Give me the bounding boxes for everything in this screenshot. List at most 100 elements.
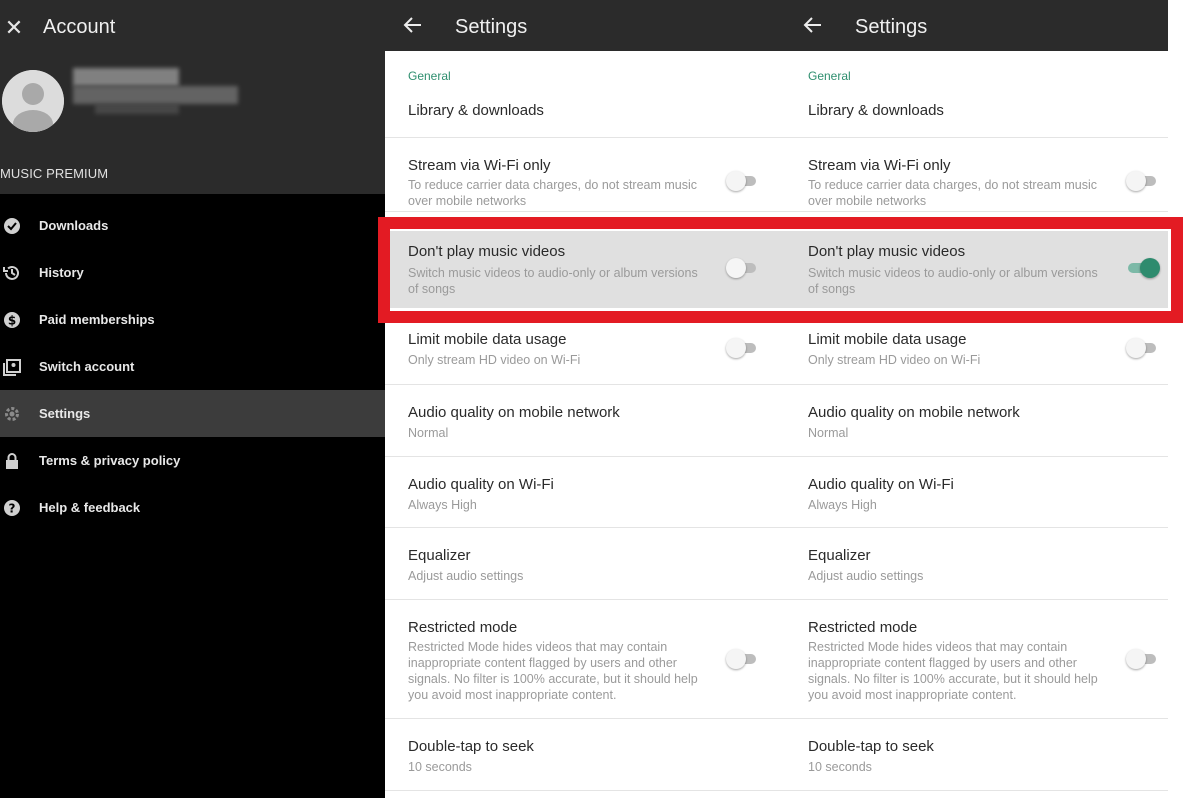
menu-item-history[interactable]: History — [0, 249, 385, 296]
setting-title: Library & downloads — [408, 102, 544, 119]
setting-title: Stream via Wi-Fi only — [408, 157, 551, 174]
restricted-mode-toggle[interactable] — [726, 649, 760, 669]
setting-equalizer[interactable]: Equalizer Adjust audio settings — [785, 528, 1168, 600]
dollar-icon: $ — [2, 310, 22, 330]
menu-item-paid-memberships[interactable]: $ Paid memberships — [0, 296, 385, 343]
setting-subtitle: Adjust audio settings — [408, 569, 524, 583]
setting-title: Audio quality on Wi-Fi — [808, 476, 954, 493]
setting-subtitle: To reduce carrier data charges, do not s… — [808, 178, 1098, 208]
svg-text:$: $ — [8, 313, 16, 327]
blurred-account-email — [73, 86, 238, 104]
back-arrow-icon[interactable] — [802, 14, 824, 36]
help-icon: ? — [2, 498, 22, 518]
setting-subtitle: Normal — [808, 426, 849, 440]
setting-audio-quality-wifi[interactable]: Audio quality on Wi-Fi Always High — [385, 457, 785, 528]
setting-subtitle: Always High — [408, 498, 477, 512]
setting-subtitle: 10 seconds — [408, 760, 472, 774]
setting-subtitle: Only stream HD video on Wi-Fi — [408, 353, 581, 367]
close-icon[interactable]: ✕ — [4, 14, 24, 42]
setting-library-downloads[interactable]: Library & downloads — [785, 85, 1168, 138]
svg-text:?: ? — [9, 501, 16, 515]
setting-title: Equalizer — [408, 547, 471, 564]
setting-subtitle: Restricted Mode hides videos that may co… — [808, 640, 1098, 702]
setting-subtitle: Switch music videos to audio-only or alb… — [808, 266, 1098, 296]
limit-data-toggle[interactable] — [1126, 338, 1160, 358]
blurred-account-name — [73, 68, 179, 86]
setting-subtitle: Switch music videos to audio-only or alb… — [408, 266, 698, 296]
setting-title: Double-tap to seek — [808, 738, 934, 755]
section-header: General — [808, 69, 851, 83]
wifi-only-toggle[interactable] — [726, 171, 760, 191]
setting-title: Don't play music videos — [808, 243, 966, 260]
history-icon — [2, 263, 22, 283]
blurred-account-detail — [95, 104, 179, 114]
setting-title: Restricted mode — [808, 619, 918, 636]
menu-label: Paid memberships — [39, 312, 155, 327]
setting-title: Don't play music videos — [408, 243, 566, 260]
menu-label: Settings — [39, 406, 91, 421]
setting-subtitle: To reduce carrier data charges, do not s… — [408, 178, 698, 208]
account-menu: Downloads History $ Paid memberships Swi… — [0, 202, 385, 531]
setting-double-tap-seek[interactable]: Double-tap to seek 10 seconds — [385, 719, 785, 791]
setting-subtitle: Only stream HD video on Wi-Fi — [808, 353, 981, 367]
back-arrow-icon[interactable] — [402, 14, 424, 36]
menu-label: History — [39, 265, 84, 280]
subscription-label: MUSIC PREMIUM — [0, 166, 109, 181]
music-videos-toggle[interactable] — [1126, 258, 1160, 278]
setting-title: Audio quality on mobile network — [408, 404, 620, 421]
settings-panel-after: Settings General Library & downloads Str… — [785, 0, 1168, 798]
setting-subtitle: Adjust audio settings — [808, 569, 924, 583]
setting-equalizer[interactable]: Equalizer Adjust audio settings — [385, 528, 785, 600]
setting-title: Audio quality on Wi-Fi — [408, 476, 554, 493]
settings-title: Settings — [855, 16, 928, 38]
setting-audio-quality-mobile[interactable]: Audio quality on mobile network Normal — [385, 385, 785, 457]
setting-subtitle: Always High — [808, 498, 877, 512]
switch-account-icon — [2, 357, 22, 377]
menu-label: Switch account — [39, 359, 135, 374]
setting-library-downloads[interactable]: Library & downloads — [385, 85, 785, 138]
setting-audio-quality-mobile[interactable]: Audio quality on mobile network Normal — [785, 385, 1168, 457]
gear-icon — [2, 404, 22, 424]
setting-limit-mobile-data[interactable]: Limit mobile data usage Only stream HD v… — [385, 323, 785, 385]
setting-dont-play-music-videos[interactable]: Don't play music videos Switch music vid… — [385, 231, 785, 308]
restricted-mode-toggle[interactable] — [1126, 649, 1160, 669]
setting-title: Restricted mode — [408, 619, 518, 636]
setting-subtitle: Restricted Mode hides videos that may co… — [408, 640, 698, 702]
wifi-only-toggle[interactable] — [1126, 171, 1160, 191]
setting-limit-mobile-data[interactable]: Limit mobile data usage Only stream HD v… — [785, 323, 1168, 385]
section-header: General — [408, 69, 451, 83]
setting-stream-wifi-only[interactable]: Stream via Wi-Fi only To reduce carrier … — [785, 138, 1168, 212]
setting-title: Audio quality on mobile network — [808, 404, 1020, 421]
setting-restricted-mode[interactable]: Restricted mode Restricted Mode hides vi… — [785, 600, 1168, 719]
settings-header: Settings — [785, 0, 1168, 51]
settings-header: Settings — [385, 0, 785, 51]
setting-title: Stream via Wi-Fi only — [808, 157, 951, 174]
setting-restricted-mode[interactable]: Restricted mode Restricted Mode hides vi… — [385, 600, 785, 719]
menu-item-downloads[interactable]: Downloads — [0, 202, 385, 249]
setting-subtitle: 10 seconds — [808, 760, 872, 774]
music-videos-toggle[interactable] — [726, 258, 760, 278]
menu-item-terms[interactable]: Terms & privacy policy — [0, 437, 385, 484]
avatar[interactable] — [2, 70, 64, 132]
setting-title: Limit mobile data usage — [808, 331, 967, 348]
setting-dont-play-music-videos[interactable]: Don't play music videos Switch music vid… — [785, 231, 1168, 308]
setting-subtitle: Normal — [408, 426, 449, 440]
lock-icon — [2, 451, 22, 471]
account-drawer: ✕ Account MUSIC PREMIUM Downloads Histor… — [0, 0, 385, 798]
setting-stream-wifi-only[interactable]: Stream via Wi-Fi only To reduce carrier … — [385, 138, 785, 212]
setting-title: Library & downloads — [808, 102, 944, 119]
setting-audio-quality-wifi[interactable]: Audio quality on Wi-Fi Always High — [785, 457, 1168, 528]
menu-item-help[interactable]: ? Help & feedback — [0, 484, 385, 531]
settings-panel-before: Settings General Library & downloads Str… — [385, 0, 785, 798]
downloads-icon — [2, 216, 22, 236]
menu-item-switch-account[interactable]: Switch account — [0, 343, 385, 390]
setting-title: Equalizer — [808, 547, 871, 564]
settings-list: General Library & downloads Stream via W… — [385, 51, 785, 798]
setting-title: Double-tap to seek — [408, 738, 534, 755]
setting-title: Limit mobile data usage — [408, 331, 567, 348]
account-header: ✕ Account MUSIC PREMIUM — [0, 0, 385, 194]
menu-label: Downloads — [39, 218, 109, 233]
limit-data-toggle[interactable] — [726, 338, 760, 358]
menu-item-settings[interactable]: Settings — [0, 390, 385, 437]
setting-double-tap-seek[interactable]: Double-tap to seek 10 seconds — [785, 719, 1168, 791]
